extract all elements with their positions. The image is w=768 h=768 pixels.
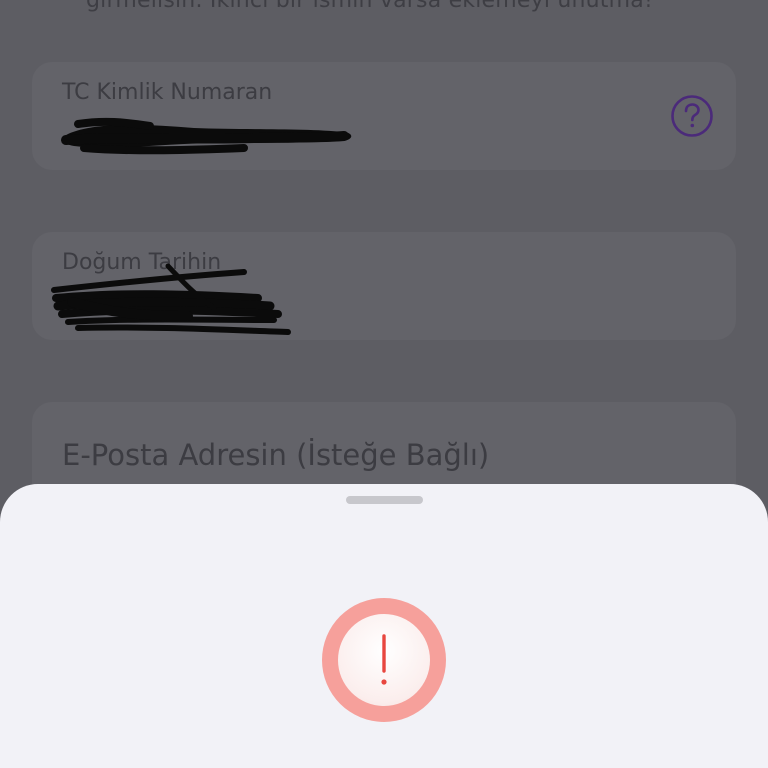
tc-id-value-redacted xyxy=(61,117,352,155)
bottom-sheet xyxy=(0,484,768,768)
birth-date-value-redacted xyxy=(51,263,291,335)
birth-date-field[interactable]: Doğum Tarihin xyxy=(32,232,736,340)
exclamation-icon xyxy=(381,634,387,685)
question-circle-icon[interactable] xyxy=(670,94,714,138)
sheet-grabber-handle[interactable] xyxy=(346,496,423,504)
name-hint-text: girmelisin. İkinci bir ismin varsa eklem… xyxy=(86,0,653,13)
alert-badge xyxy=(322,598,446,722)
email-placeholder: E-Posta Adresin (İsteğe Bağlı) xyxy=(62,438,490,472)
screen: girmelisin. İkinci bir ismin varsa eklem… xyxy=(0,0,768,768)
alert-badge-inner xyxy=(338,614,430,706)
tc-id-label: TC Kimlik Numaran xyxy=(62,80,273,105)
tc-id-field[interactable]: TC Kimlik Numaran xyxy=(32,62,736,170)
